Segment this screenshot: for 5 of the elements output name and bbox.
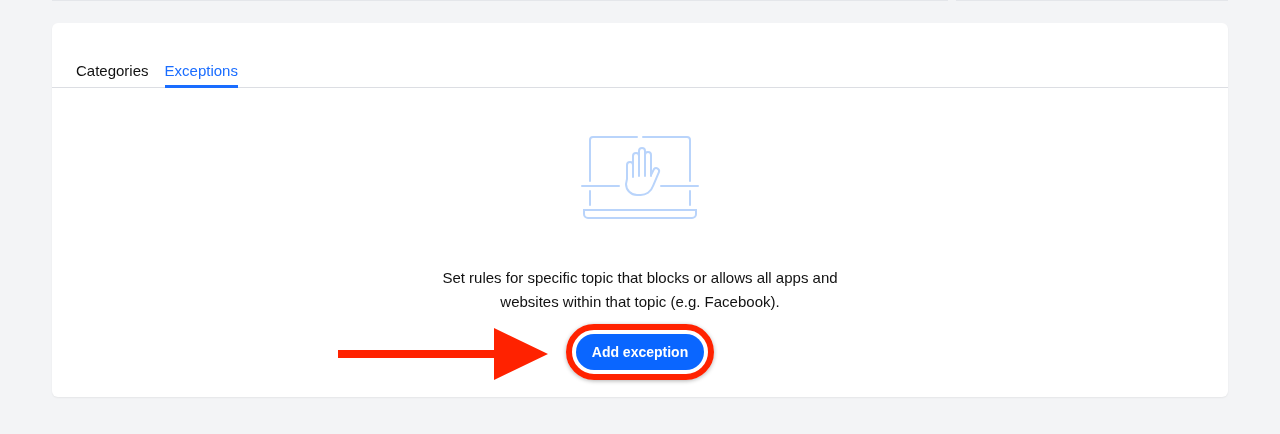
add-exception-button[interactable]: Add exception — [575, 334, 705, 370]
empty-state-message: Set rules for specific topic that blocks or allows all apps and websites within that topic (e.g. Facebook). — [441, 268, 839, 312]
tab[interactable]: Categories — [76, 62, 149, 88]
tab[interactable]: Exceptions — [164, 62, 238, 88]
laptop-hand-icon — [581, 134, 699, 222]
